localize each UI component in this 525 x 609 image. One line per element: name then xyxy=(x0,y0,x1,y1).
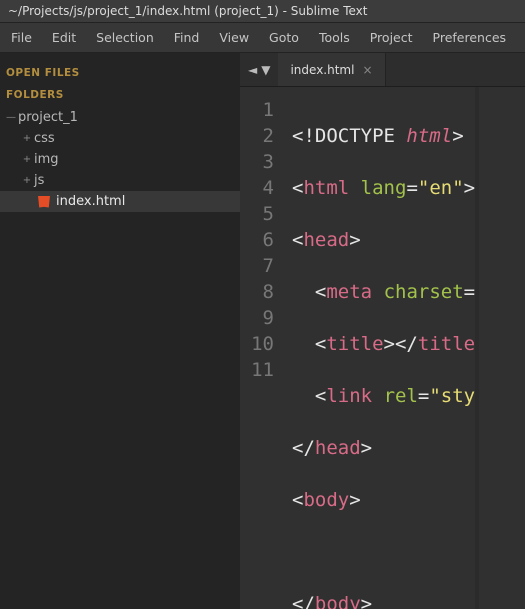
tab-prev-icon[interactable]: ◄ xyxy=(248,63,257,77)
main-area: OPEN FILES FOLDERS — project_1 + css + i… xyxy=(0,53,525,609)
menu-help[interactable]: Help xyxy=(517,27,525,48)
window-titlebar: ~/Projects/js/project_1/index.html (proj… xyxy=(0,0,525,23)
file-label: index.html xyxy=(56,194,125,209)
line-number: 9 xyxy=(248,305,274,331)
minimap[interactable] xyxy=(475,87,479,609)
tab-dropdown-icon[interactable]: ▼ xyxy=(261,63,270,77)
menu-project[interactable]: Project xyxy=(361,27,422,48)
plus-icon: + xyxy=(20,175,34,186)
plus-icon: + xyxy=(20,154,34,165)
menu-preferences[interactable]: Preferences xyxy=(424,27,516,48)
chevron-down-icon: — xyxy=(4,112,18,123)
tree-file-index[interactable]: index.html xyxy=(0,191,240,212)
folders-header: FOLDERS xyxy=(0,83,240,105)
code-line: <head> xyxy=(292,227,475,253)
menu-view[interactable]: View xyxy=(210,27,258,48)
sidebar: OPEN FILES FOLDERS — project_1 + css + i… xyxy=(0,53,240,609)
folder-label: img xyxy=(34,152,59,167)
menu-tools[interactable]: Tools xyxy=(310,27,359,48)
tab-index-html[interactable]: index.html × xyxy=(278,53,385,86)
plus-icon: + xyxy=(20,133,34,144)
tab-nav: ◄ ▼ xyxy=(240,63,278,77)
tab-label: index.html xyxy=(290,63,354,77)
line-number: 11 xyxy=(248,357,274,383)
line-number: 2 xyxy=(248,123,274,149)
code-line xyxy=(292,539,475,565)
line-number: 1 xyxy=(248,97,274,123)
line-gutter: 1 2 3 4 5 6 7 8 9 10 11 xyxy=(240,87,288,609)
line-number: 5 xyxy=(248,201,274,227)
folder-label: project_1 xyxy=(18,110,78,125)
code-line: <!DOCTYPE html> xyxy=(292,123,475,149)
code-area[interactable]: 1 2 3 4 5 6 7 8 9 10 11 <!DOCTYPE html> … xyxy=(240,87,525,609)
tree-folder-img[interactable]: + img xyxy=(0,149,240,170)
line-number: 3 xyxy=(248,149,274,175)
close-icon[interactable]: × xyxy=(362,63,372,77)
menu-find[interactable]: Find xyxy=(165,27,209,48)
open-files-header: OPEN FILES xyxy=(0,61,240,83)
menu-selection[interactable]: Selection xyxy=(87,27,163,48)
code-line: </body> xyxy=(292,591,475,609)
line-number: 10 xyxy=(248,331,274,357)
line-number: 4 xyxy=(248,175,274,201)
line-number: 7 xyxy=(248,253,274,279)
code-line: <meta charset= xyxy=(292,279,475,305)
line-number: 6 xyxy=(248,227,274,253)
html5-icon xyxy=(36,194,52,209)
code-line: <body> xyxy=(292,487,475,513)
tree-folder-css[interactable]: + css xyxy=(0,128,240,149)
menu-bar: File Edit Selection Find View Goto Tools… xyxy=(0,23,525,53)
menu-goto[interactable]: Goto xyxy=(260,27,308,48)
editor-pane: ◄ ▼ index.html × 1 2 3 4 5 6 7 8 9 10 11 xyxy=(240,53,525,609)
code-content[interactable]: <!DOCTYPE html> <html lang="en"> <head> … xyxy=(288,87,475,609)
code-line: </head> xyxy=(292,435,475,461)
menu-edit[interactable]: Edit xyxy=(43,27,85,48)
folder-tree: — project_1 + css + img + js index.html xyxy=(0,105,240,214)
folder-label: css xyxy=(34,131,55,146)
line-number: 8 xyxy=(248,279,274,305)
code-line: <link rel="sty xyxy=(292,383,475,409)
code-line: <html lang="en"> xyxy=(292,175,475,201)
folder-label: js xyxy=(34,173,44,188)
menu-file[interactable]: File xyxy=(2,27,41,48)
tree-folder-js[interactable]: + js xyxy=(0,170,240,191)
window-title: ~/Projects/js/project_1/index.html (proj… xyxy=(8,4,367,18)
code-line: <title></title xyxy=(292,331,475,357)
tree-root[interactable]: — project_1 xyxy=(0,107,240,128)
tab-bar: ◄ ▼ index.html × xyxy=(240,53,525,87)
